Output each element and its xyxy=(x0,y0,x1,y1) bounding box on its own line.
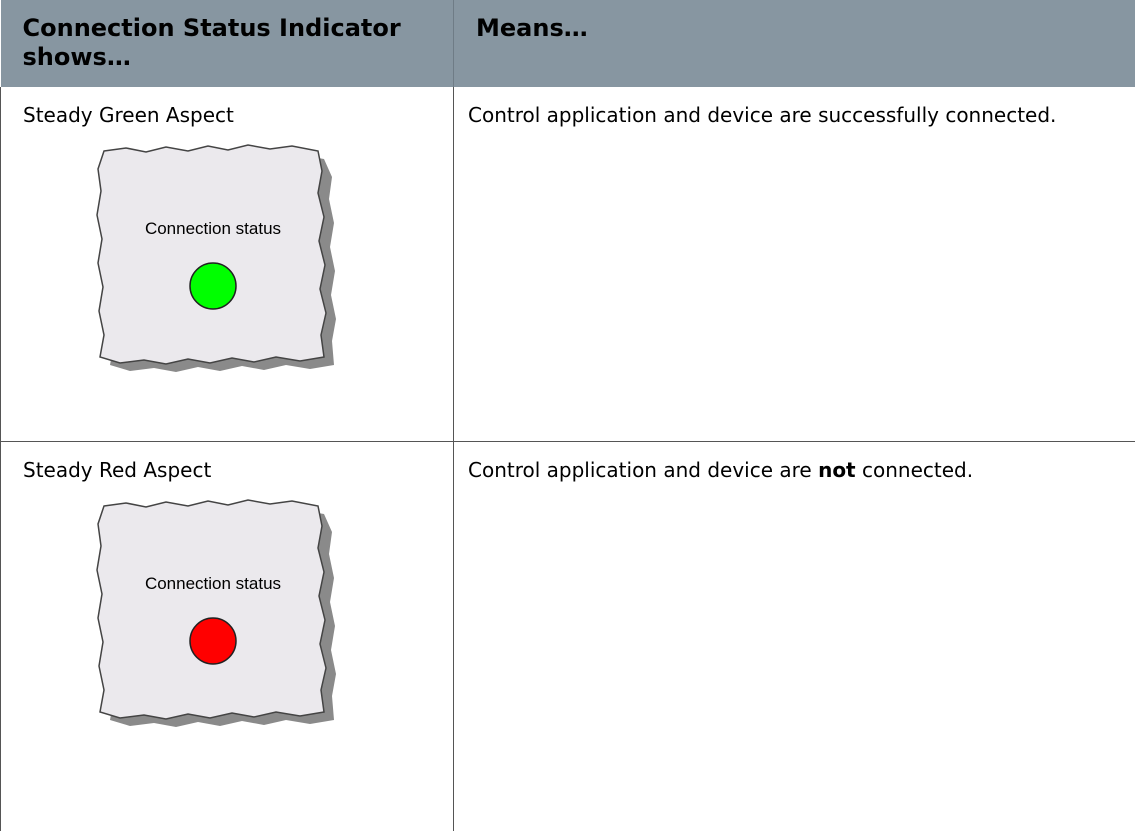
cell-meaning-red: Control application and device are not c… xyxy=(454,441,1135,831)
panel-background xyxy=(97,500,326,719)
cell-aspect-red: Steady Red Aspect Connection status xyxy=(1,441,454,831)
aspect-label-green: Steady Green Aspect xyxy=(23,101,439,130)
status-light-green xyxy=(190,263,236,309)
table-row-red: Steady Red Aspect Connection status Cont… xyxy=(1,441,1135,831)
indicator-caption-green: Connection status xyxy=(145,219,281,238)
panel-background xyxy=(97,145,326,364)
indicator-caption-red: Connection status xyxy=(145,574,281,593)
meaning-red-part-2: connected. xyxy=(856,458,973,482)
header-indicator-shows: Connection Status Indicator shows… xyxy=(1,0,454,87)
meaning-red: Control application and device are not c… xyxy=(468,458,973,482)
cell-meaning-green: Control application and device are succe… xyxy=(454,87,1135,441)
cell-aspect-green: Steady Green Aspect Connection status xyxy=(1,87,454,441)
header-means: Means… xyxy=(454,0,1135,87)
status-light-red xyxy=(190,618,236,664)
connection-status-table: Connection Status Indicator shows… Means… xyxy=(0,0,1135,831)
connection-status-indicator-red: Connection status xyxy=(96,498,358,730)
connection-status-indicator-green: Connection status xyxy=(96,143,358,375)
meaning-red-part-1: Control application and device are xyxy=(468,458,818,482)
meaning-red-emphasis: not xyxy=(818,458,856,482)
table-row-green: Steady Green Aspect Connection status Co… xyxy=(1,87,1135,441)
table-header-row: Connection Status Indicator shows… Means… xyxy=(1,0,1135,87)
meaning-green: Control application and device are succe… xyxy=(468,103,1056,127)
aspect-label-red: Steady Red Aspect xyxy=(23,456,439,485)
